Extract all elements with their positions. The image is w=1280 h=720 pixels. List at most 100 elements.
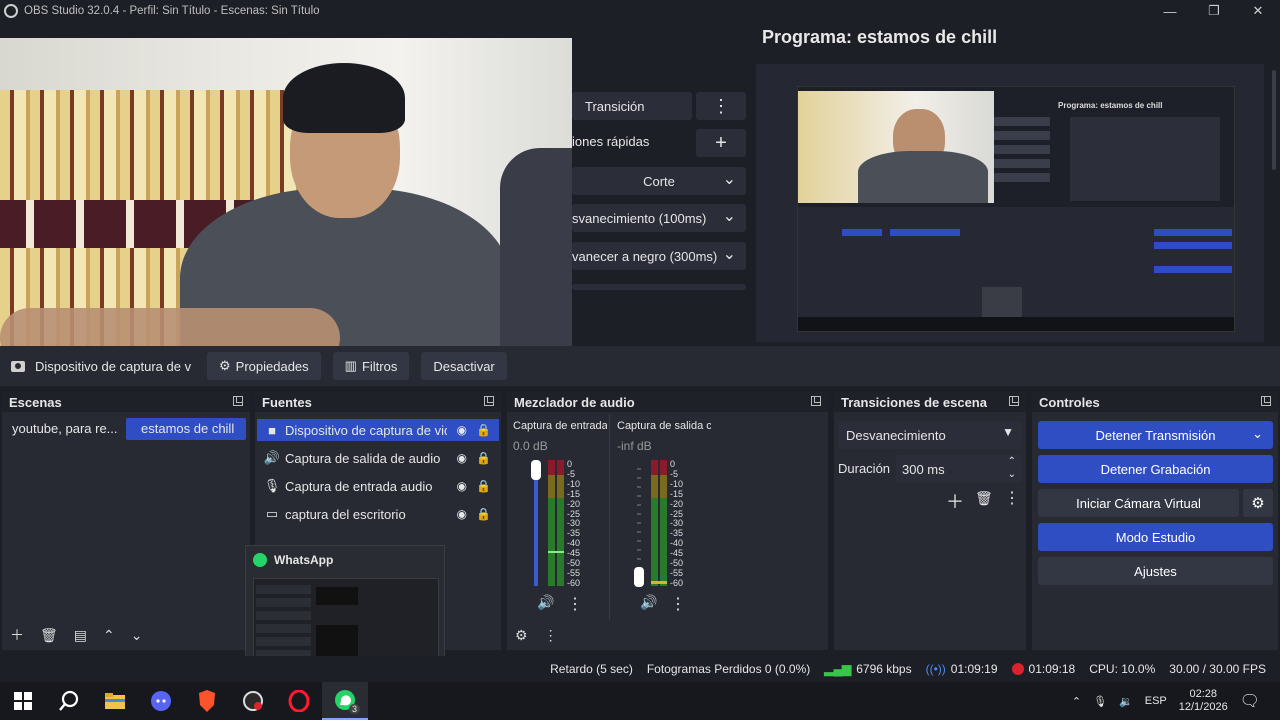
lock-icon[interactable]: 🔒 (476, 423, 491, 437)
transition-extra (572, 284, 746, 290)
sources-header: Fuentes (262, 394, 312, 410)
notification-badge: 3 (348, 704, 360, 714)
language-indicator[interactable]: ESP (1145, 695, 1167, 707)
add-scene-icon[interactable]: ＋ (10, 625, 24, 645)
visibility-eye-icon[interactable]: ◉ (457, 479, 467, 493)
transition-menu-icon[interactable]: ⋮ (696, 92, 746, 120)
source-item-audio-output[interactable]: 🔊 Captura de salida de audio ◉ 🔒 (257, 447, 499, 469)
lock-icon[interactable]: 🔒 (476, 479, 491, 493)
volume-slider-track[interactable] (534, 468, 538, 586)
undock-icon[interactable] (1261, 396, 1271, 406)
minimize-button[interactable]: — (1148, 0, 1192, 22)
dropdown-arrow-icon: ▼ (1002, 425, 1014, 439)
program-title: Programa: estamos de chill (762, 27, 998, 47)
fps-status: 30.00 / 30.00 FPS (1169, 662, 1266, 676)
mixer-channel-name: Captura de entrada (513, 420, 607, 432)
scene-filters-icon[interactable]: ▤ (74, 627, 87, 644)
title-bar: OBS Studio 32.0.4 - Perfil: Sin Título -… (0, 0, 1280, 22)
program-screen-image: Programa: estamos de chill (797, 86, 1235, 332)
cut-dropdown[interactable]: Corte (572, 167, 746, 195)
broadcast-icon: ((•)) (925, 662, 946, 676)
tray-expand-icon[interactable]: ⌃ (1072, 695, 1081, 708)
move-up-icon[interactable]: ⌃ (103, 627, 115, 644)
lock-icon[interactable]: 🔒 (476, 451, 491, 465)
fade-black-dropdown[interactable]: vanecer a negro (300ms) (572, 242, 746, 270)
opera-browser-icon[interactable] (276, 682, 322, 720)
volume-icon[interactable]: 🔉 (1119, 695, 1133, 708)
clock-time: 02:28 (1189, 688, 1217, 700)
cpu-status: CPU: 10.0% (1089, 662, 1156, 676)
fade-100-dropdown[interactable]: svanecimiento (100ms) (572, 204, 746, 232)
properties-button[interactable]: ⚙ Propiedades (207, 352, 321, 380)
close-button[interactable]: ✕ (1236, 0, 1280, 22)
mixer-settings-icon[interactable]: ⚙ (515, 627, 528, 644)
record-time-status: 01:09:18 (1011, 662, 1075, 676)
duration-input[interactable]: 300 ms ⌃ ⌄ (896, 455, 1022, 483)
transition-select[interactable]: Desvanecimiento ▼ (838, 421, 1022, 449)
studio-mode-button[interactable]: Modo Estudio (1038, 523, 1273, 551)
lock-icon[interactable]: 🔒 (476, 507, 491, 521)
undock-icon[interactable] (811, 396, 821, 406)
filters-button[interactable]: ▥ Filtros (332, 352, 410, 380)
restore-button[interactable]: ❐ (1192, 0, 1236, 22)
undock-icon[interactable] (1009, 396, 1019, 406)
mixer-menu-icon[interactable]: ⋮ (544, 627, 558, 644)
remove-scene-icon[interactable]: 🗑 (40, 627, 58, 644)
move-down-icon[interactable]: ⌄ (131, 627, 143, 644)
file-explorer-icon[interactable] (92, 682, 138, 720)
source-item-audio-input[interactable]: 🎙 Captura de entrada audio ◉ 🔒 (257, 475, 499, 497)
source-item-desktop-capture[interactable]: ▭ captura del escritorio ◉ 🔒 (257, 503, 499, 525)
webcam-preview[interactable] (0, 38, 572, 360)
status-bar: Retardo (5 sec) Fotogramas Perdidos 0 (0… (0, 656, 1280, 682)
stop-recording-button[interactable]: Detener Grabación (1038, 455, 1273, 483)
scene-item-youtube[interactable]: youtube, para re... (6, 418, 122, 440)
undock-icon[interactable] (484, 396, 494, 406)
visibility-eye-icon[interactable]: ◉ (457, 507, 467, 521)
virtual-camera-settings-gear-icon[interactable]: ⚙ (1243, 489, 1273, 517)
windows-taskbar: 3 ⌃ 🎙 🔉 ESP 02:28 12/1/2026 🗨 (0, 682, 1280, 720)
channel-menu-icon[interactable]: ⋮ (670, 594, 686, 614)
transition-label: Transición (585, 98, 645, 114)
undock-icon[interactable] (233, 396, 243, 406)
remove-transition-icon[interactable]: 🗑 (975, 490, 993, 507)
obs-studio-icon[interactable] (230, 682, 276, 720)
clock[interactable]: 02:28 12/1/2026 (1179, 688, 1228, 714)
meter-scale: 0 -5 -10 -15 -20 -25 -30 -35 -40 -45 -50 -55 -60 (670, 459, 684, 589)
stop-streaming-button[interactable]: Detener Transmisión ⌄ (1038, 421, 1273, 449)
selected-source-name: Dispositivo de captura de v (35, 358, 192, 374)
meter-scale: 0 -5 -10 -15 -20 -25 -30 -35 -40 -45 -50 -55 -60 (567, 459, 580, 589)
peak-indicator (651, 581, 667, 584)
discord-icon[interactable] (138, 682, 184, 720)
visibility-eye-icon[interactable]: ◉ (457, 451, 467, 465)
quick-transitions-label: iones rápidas (572, 134, 650, 149)
search-icon[interactable] (46, 682, 92, 720)
microphone-icon[interactable]: 🎙 (1093, 695, 1107, 708)
notifications-icon[interactable]: 🗨 (1240, 691, 1260, 711)
transition-properties-icon[interactable]: ⋮ (1004, 488, 1020, 508)
channel-menu-icon[interactable]: ⋮ (567, 594, 583, 614)
settings-button[interactable]: Ajustes (1038, 557, 1273, 585)
visibility-eye-icon[interactable]: ◉ (457, 423, 467, 437)
chevron-down-icon[interactable]: ⌄ (1252, 426, 1263, 442)
mute-speaker-icon[interactable]: 🔊 (537, 594, 554, 611)
add-quick-transition-icon[interactable]: + (696, 129, 746, 157)
transition-button[interactable]: Transición (572, 92, 692, 120)
volume-slider-handle[interactable] (634, 567, 644, 587)
spinner-arrows-icon[interactable]: ⌃ ⌄ (1008, 455, 1016, 481)
windows-start-icon[interactable] (0, 682, 46, 720)
add-transition-icon[interactable]: ＋ (946, 488, 964, 514)
peak-indicator (548, 551, 564, 553)
obs-logo-icon (4, 4, 18, 18)
meter-scale-tick: -60 (670, 577, 684, 588)
volume-slider-handle[interactable] (531, 460, 541, 480)
brave-browser-icon[interactable] (184, 682, 230, 720)
mini-program-title: Programa: estamos de chill (1058, 101, 1163, 110)
mixer-channel-db: -inf dB (617, 439, 652, 453)
start-virtual-camera-button[interactable]: Iniciar Cámara Virtual (1038, 489, 1239, 517)
mute-speaker-icon[interactable]: 🔊 (640, 594, 657, 611)
scene-item-estamos-de-chill[interactable]: estamos de chill (126, 418, 246, 440)
deactivate-button[interactable]: Desactivar (421, 352, 507, 380)
source-item-video-capture[interactable]: ■ Dispositivo de captura de vid ◉ 🔒 (257, 419, 499, 441)
whatsapp-taskbar-icon[interactable]: 3 (322, 682, 368, 720)
preview-scrollbar[interactable] (1272, 70, 1276, 170)
